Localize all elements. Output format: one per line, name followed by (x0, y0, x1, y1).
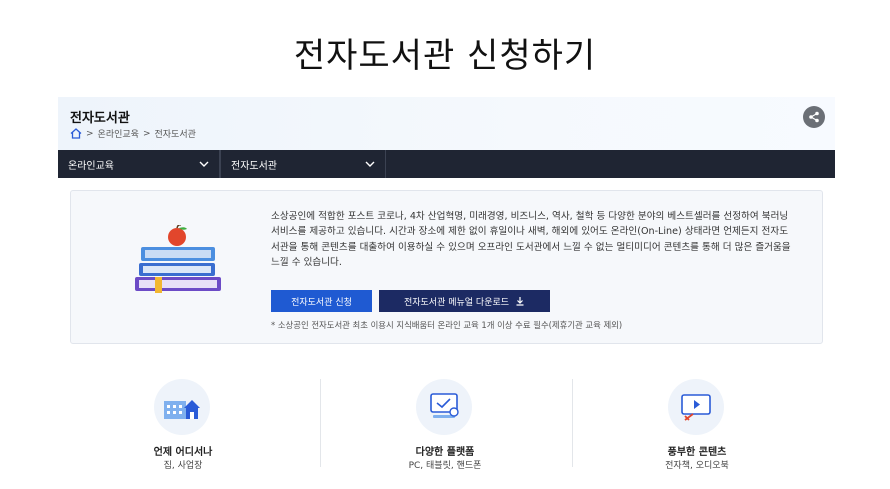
page-header: 전자도서관 > 온라인교육 > 전자도서관 (58, 97, 835, 150)
feature-title: 언제 어디서나 (153, 447, 213, 458)
feature-subtitle: 집, 사업장 (163, 461, 203, 471)
slide-title: 전자도서관 신청하기 (293, 36, 597, 76)
apply-library-button[interactable]: 전자도서관 신청 (271, 290, 372, 312)
chevron-down-icon (365, 161, 375, 167)
breadcrumb-item[interactable]: 전자도서관 (155, 127, 196, 140)
nav-item-label: 전자도서관 (231, 160, 277, 172)
devices-icon (416, 379, 472, 435)
library-page: 전자도서관 > 온라인교육 > 전자도서관 온라인교육 전자도서관 소상공인에 … (58, 97, 835, 477)
download-icon (516, 297, 524, 306)
breadcrumb-separator-icon: > (86, 128, 94, 139)
feature-subtitle: PC, 태블릿, 핸드폰 (408, 461, 482, 471)
info-box: 소상공인에 적합한 포스트 코로나, 4차 산업혁명, 미래경영, 비즈니스, … (70, 190, 823, 344)
feature-contents: 풍부한 콘텐츠 전자책, 오디오북 (572, 373, 822, 473)
button-label: 전자도서관 메뉴얼 다운로드 (403, 297, 510, 308)
nav-dropdown-e-library[interactable]: 전자도서관 (220, 150, 386, 178)
button-label: 전자도서관 신청 (291, 297, 352, 308)
feature-title: 풍부한 콘텐츠 (667, 447, 727, 458)
feature-subtitle: 전자책, 오디오북 (665, 461, 729, 471)
feature-title: 다양한 플랫폼 (415, 447, 475, 458)
share-icon (809, 111, 819, 123)
building-icon (154, 379, 210, 435)
download-manual-button[interactable]: 전자도서관 메뉴얼 다운로드 (379, 290, 550, 312)
home-icon[interactable] (70, 128, 82, 139)
nav-bar: 온라인교육 전자도서관 (58, 150, 835, 178)
features-row: 언제 어디서나 집, 사업장 다양한 플랫폼 PC, 태블릿, 핸드폰 풍부한 … (58, 373, 835, 473)
breadcrumb: > 온라인교육 > 전자도서관 (70, 127, 196, 140)
breadcrumb-item[interactable]: 온라인교육 (98, 127, 139, 140)
nav-dropdown-online-education[interactable]: 온라인교육 (58, 150, 220, 178)
chevron-down-icon (199, 161, 209, 167)
breadcrumb-separator-icon: > (142, 128, 151, 139)
usage-note: * 소상공인 전자도서관 최초 이용시 지식배움터 온라인 교육 1개 이상 수… (271, 320, 623, 330)
service-description: 소상공인에 적합한 포스트 코로나, 4차 산업혁명, 미래경영, 비즈니스, … (271, 211, 791, 269)
media-content-icon (668, 379, 724, 435)
feature-anytime: 언제 어디서나 집, 사업장 (58, 373, 308, 473)
nav-item-label: 온라인교육 (68, 160, 114, 172)
feature-platforms: 다양한 플랫폼 PC, 태블릿, 핸드폰 (320, 373, 570, 473)
share-button[interactable] (803, 106, 825, 128)
books-apple-icon (133, 224, 225, 297)
page-title: 전자도서관 (70, 111, 130, 126)
